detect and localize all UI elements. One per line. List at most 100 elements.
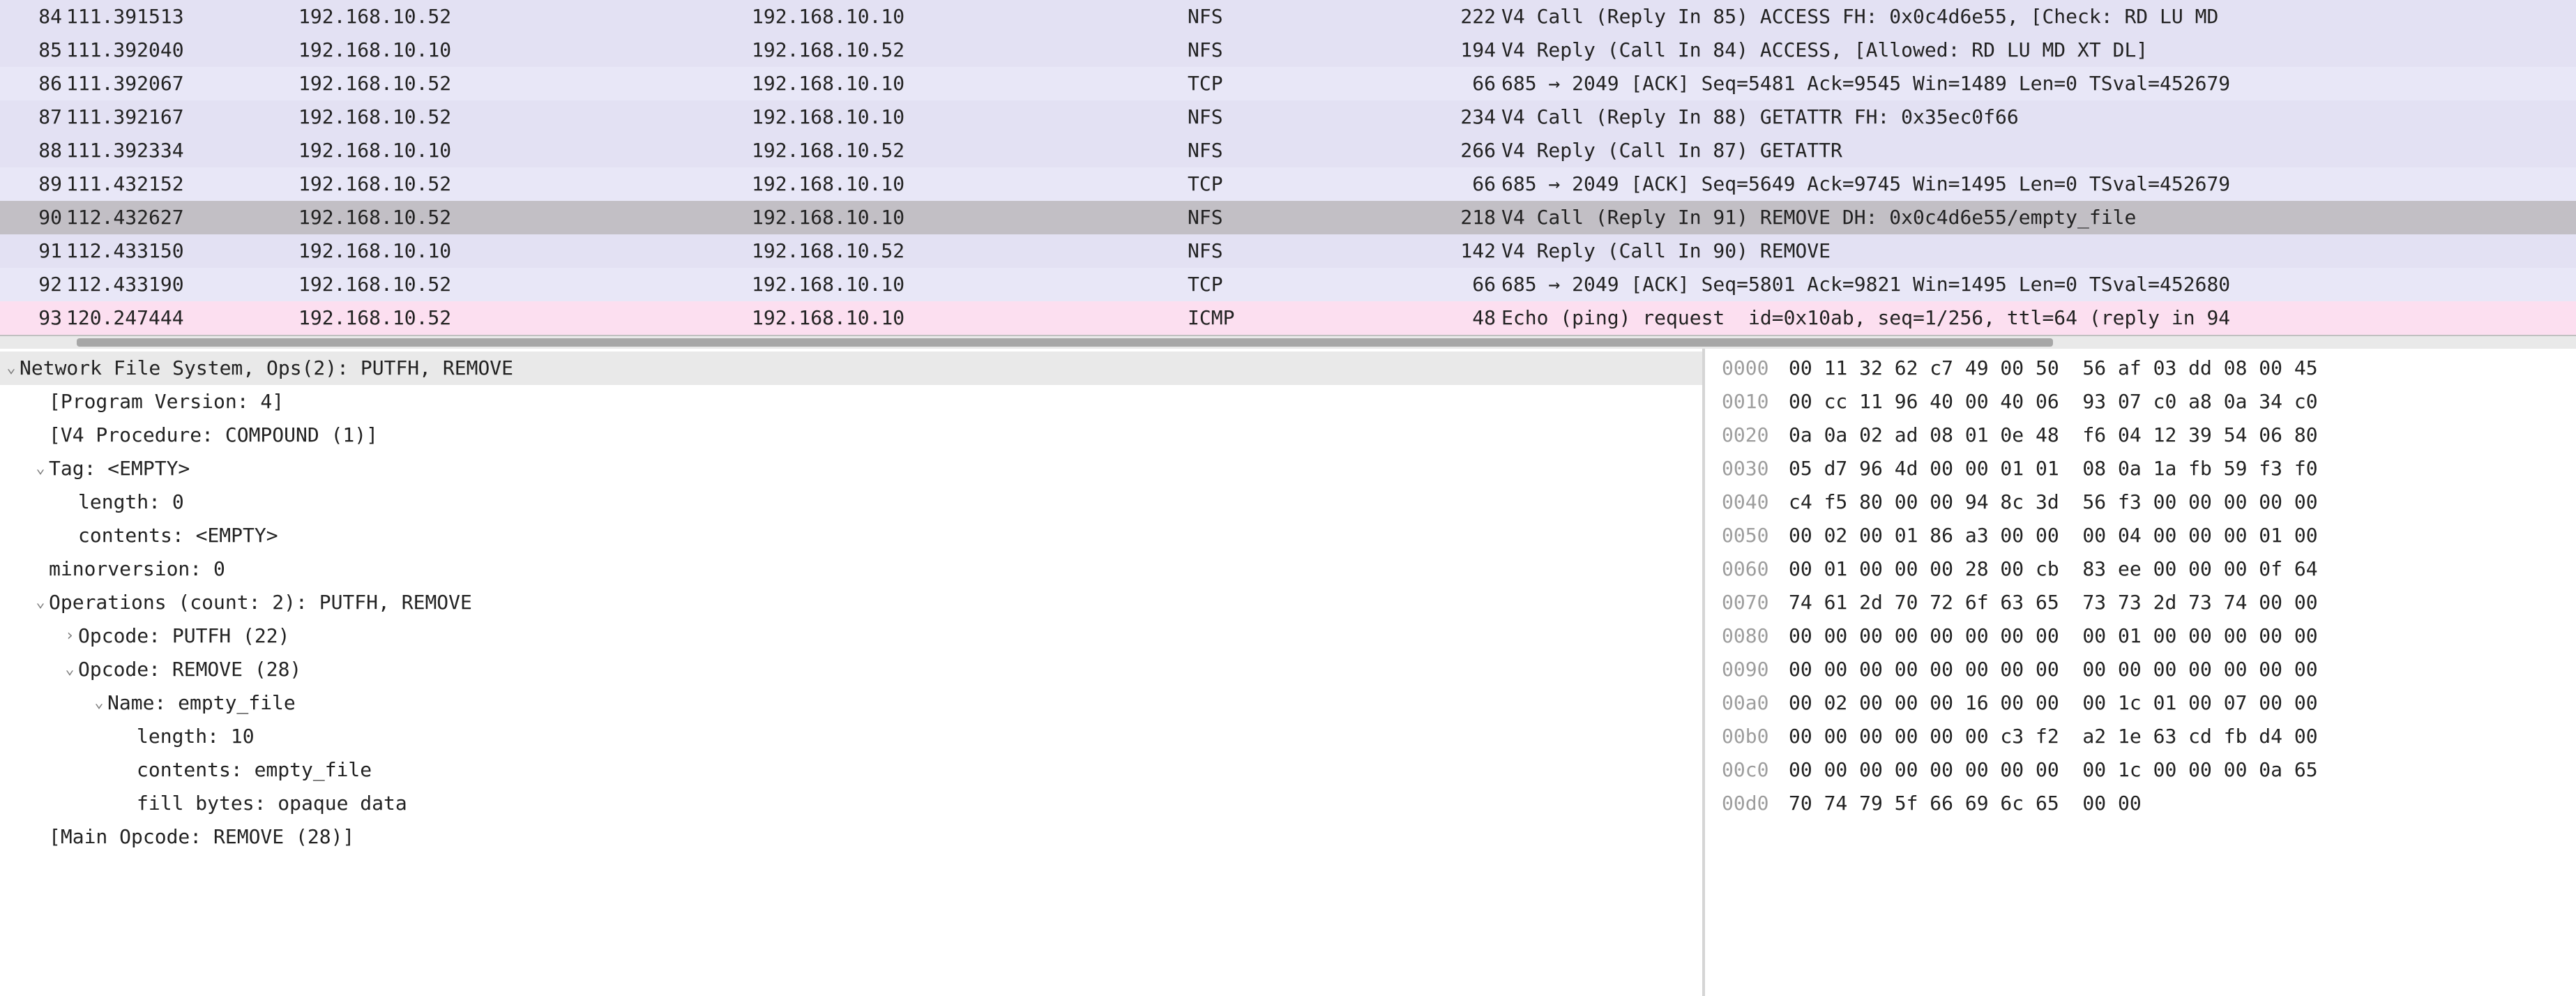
hex-line[interactable]: 008000 00 00 00 00 00 00 00 00 01 00 00 … [1705, 619, 2576, 653]
packet-time: 120.247444 [66, 301, 298, 335]
hex-bytes: c4 f5 80 00 00 94 8c 3d 56 f3 00 00 00 0… [1789, 485, 2329, 519]
hex-offset: 0010 [1705, 385, 1789, 418]
tree-item[interactable]: Network File System, Ops(2): PUTFH, REMO… [0, 352, 1702, 385]
tree-item[interactable]: Opcode: PUTFH (22) [0, 619, 1702, 653]
hex-line[interactable]: 000000 11 32 62 c7 49 00 50 56 af 03 dd … [1705, 352, 2576, 385]
tree-item[interactable]: Tag: <EMPTY> [0, 452, 1702, 485]
tree-item[interactable]: fill bytes: opaque data [0, 787, 1702, 820]
hex-line[interactable]: 00a000 02 00 00 00 16 00 00 00 1c 01 00 … [1705, 686, 2576, 720]
tree-item[interactable]: Operations (count: 2): PUTFH, REMOVE [0, 586, 1702, 619]
expand-caret-down-icon[interactable] [4, 352, 18, 385]
packet-details-tree[interactable]: Network File System, Ops(2): PUTFH, REMO… [0, 349, 1705, 996]
hex-line[interactable]: 00b000 00 00 00 00 00 c3 f2 a2 1e 63 cd … [1705, 720, 2576, 753]
packet-info: V4 Call (Reply In 85) ACCESS FH: 0x0c4d6… [1501, 0, 2576, 33]
packet-number: 91 [0, 234, 66, 268]
packet-length: 66 [1404, 268, 1501, 301]
packet-protocol: NFS [1188, 100, 1404, 134]
packet-time: 111.392167 [66, 100, 298, 134]
tree-item[interactable]: Opcode: REMOVE (28) [0, 653, 1702, 686]
packet-info: V4 Reply (Call In 87) GETATTR [1501, 134, 2576, 167]
hex-line[interactable]: 007074 61 2d 70 72 6f 63 65 73 73 2d 73 … [1705, 586, 2576, 619]
tree-item-label: contents: empty_file [135, 753, 372, 787]
packet-destination: 192.168.10.52 [752, 234, 1188, 268]
hex-offset: 0070 [1705, 586, 1789, 619]
expand-caret-down-icon[interactable] [92, 686, 106, 720]
packet-info: V4 Call (Reply In 88) GETATTR FH: 0x35ec… [1501, 100, 2576, 134]
packet-destination: 192.168.10.52 [752, 134, 1188, 167]
packet-protocol: NFS [1188, 201, 1404, 234]
tree-item-label: [V4 Procedure: COMPOUND (1)] [47, 418, 378, 452]
packet-row[interactable]: 92112.433190192.168.10.52192.168.10.10TC… [0, 268, 2576, 301]
hex-bytes: 00 02 00 01 86 a3 00 00 00 04 00 00 00 0… [1789, 519, 2329, 552]
hex-line[interactable]: 00200a 0a 02 ad 08 01 0e 48 f6 04 12 39 … [1705, 418, 2576, 452]
packet-protocol: NFS [1188, 33, 1404, 67]
expand-caret-down-icon[interactable] [63, 653, 77, 686]
packet-row[interactable]: 89111.432152192.168.10.52192.168.10.10TC… [0, 167, 2576, 201]
packet-destination: 192.168.10.10 [752, 167, 1188, 201]
tree-item[interactable]: contents: empty_file [0, 753, 1702, 787]
expand-caret-down-icon[interactable] [33, 452, 47, 485]
packet-time: 112.432627 [66, 201, 298, 234]
expand-caret-down-icon[interactable] [33, 586, 47, 619]
packet-time: 111.432152 [66, 167, 298, 201]
hex-bytes: 05 d7 96 4d 00 00 01 01 08 0a 1a fb 59 f… [1789, 452, 2329, 485]
packet-row[interactable]: 86111.392067192.168.10.52192.168.10.10TC… [0, 67, 2576, 100]
tree-item[interactable]: length: 10 [0, 720, 1702, 753]
tree-item[interactable]: [Main Opcode: REMOVE (28)] [0, 820, 1702, 854]
packet-source: 192.168.10.10 [298, 33, 752, 67]
tree-item-label: contents: <EMPTY> [77, 519, 278, 552]
hex-offset: 0000 [1705, 352, 1789, 385]
packet-protocol: NFS [1188, 0, 1404, 33]
tree-item[interactable]: Name: empty_file [0, 686, 1702, 720]
packet-row[interactable]: 90112.432627192.168.10.52192.168.10.10NF… [0, 201, 2576, 234]
packet-protocol: NFS [1188, 234, 1404, 268]
packet-source: 192.168.10.10 [298, 134, 752, 167]
packet-list-horizontal-scrollbar[interactable] [0, 336, 2576, 349]
hex-line[interactable]: 00d070 74 79 5f 66 69 6c 65 00 00 [1705, 787, 2576, 820]
packet-time: 111.391513 [66, 0, 298, 33]
packet-row[interactable]: 87111.392167192.168.10.52192.168.10.10NF… [0, 100, 2576, 134]
bottom-split: Network File System, Ops(2): PUTFH, REMO… [0, 349, 2576, 996]
packet-number: 86 [0, 67, 66, 100]
packet-row[interactable]: 91112.433150192.168.10.10192.168.10.52NF… [0, 234, 2576, 268]
packet-protocol: NFS [1188, 134, 1404, 167]
packet-info: V4 Reply (Call In 90) REMOVE [1501, 234, 2576, 268]
expand-caret-right-icon[interactable] [63, 619, 77, 653]
caret-none [33, 820, 47, 854]
packet-time: 111.392334 [66, 134, 298, 167]
hex-offset: 0040 [1705, 485, 1789, 519]
packet-row[interactable]: 93120.247444192.168.10.52192.168.10.10IC… [0, 301, 2576, 335]
hex-line[interactable]: 006000 01 00 00 00 28 00 cb 83 ee 00 00 … [1705, 552, 2576, 586]
hex-bytes: 00 11 32 62 c7 49 00 50 56 af 03 dd 08 0… [1789, 352, 2329, 385]
packet-number: 90 [0, 201, 66, 234]
caret-none [121, 787, 135, 820]
tree-item[interactable]: minorversion: 0 [0, 552, 1702, 586]
tree-item[interactable]: [V4 Procedure: COMPOUND (1)] [0, 418, 1702, 452]
tree-item[interactable]: contents: <EMPTY> [0, 519, 1702, 552]
hex-line[interactable]: 001000 cc 11 96 40 00 40 06 93 07 c0 a8 … [1705, 385, 2576, 418]
hex-line[interactable]: 00c000 00 00 00 00 00 00 00 00 1c 00 00 … [1705, 753, 2576, 787]
tree-item[interactable]: length: 0 [0, 485, 1702, 519]
packet-destination: 192.168.10.10 [752, 100, 1188, 134]
tree-item-label: Name: empty_file [106, 686, 296, 720]
packet-info: 685 → 2049 [ACK] Seq=5801 Ack=9821 Win=1… [1501, 268, 2576, 301]
packet-row[interactable]: 85111.392040192.168.10.10192.168.10.52NF… [0, 33, 2576, 67]
tree-item-label: Tag: <EMPTY> [47, 452, 190, 485]
hex-line[interactable]: 003005 d7 96 4d 00 00 01 01 08 0a 1a fb … [1705, 452, 2576, 485]
packet-source: 192.168.10.52 [298, 201, 752, 234]
hex-line[interactable]: 009000 00 00 00 00 00 00 00 00 00 00 00 … [1705, 653, 2576, 686]
packet-list[interactable]: 84111.391513192.168.10.52192.168.10.10NF… [0, 0, 2576, 336]
packet-row[interactable]: 88111.392334192.168.10.10192.168.10.52NF… [0, 134, 2576, 167]
hex-offset: 0060 [1705, 552, 1789, 586]
hex-bytes: 00 02 00 00 00 16 00 00 00 1c 01 00 07 0… [1789, 686, 2329, 720]
hex-offset: 0030 [1705, 452, 1789, 485]
tree-item-label: Operations (count: 2): PUTFH, REMOVE [47, 586, 472, 619]
tree-item[interactable]: [Program Version: 4] [0, 385, 1702, 418]
packet-time: 111.392040 [66, 33, 298, 67]
hex-line[interactable]: 005000 02 00 01 86 a3 00 00 00 04 00 00 … [1705, 519, 2576, 552]
tree-item-label: Opcode: REMOVE (28) [77, 653, 301, 686]
packet-number: 84 [0, 0, 66, 33]
hex-line[interactable]: 0040c4 f5 80 00 00 94 8c 3d 56 f3 00 00 … [1705, 485, 2576, 519]
packet-bytes-hex[interactable]: 000000 11 32 62 c7 49 00 50 56 af 03 dd … [1705, 349, 2576, 996]
packet-row[interactable]: 84111.391513192.168.10.52192.168.10.10NF… [0, 0, 2576, 33]
